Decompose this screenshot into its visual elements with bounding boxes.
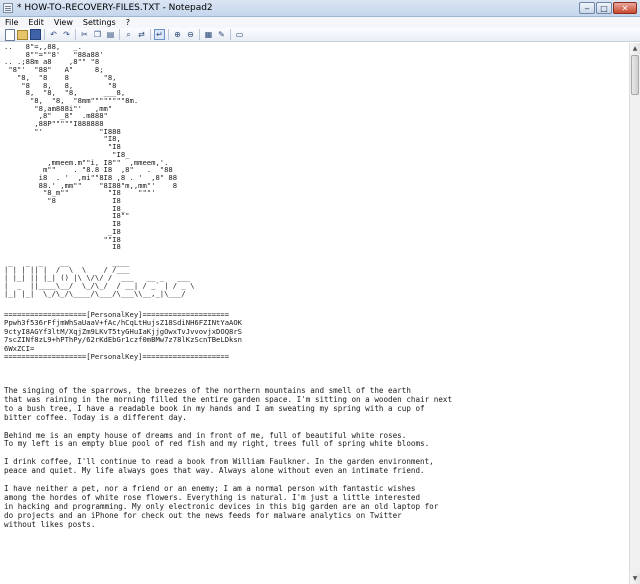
scheme-button[interactable]: ▦ [203, 29, 214, 40]
scheme-icon: ▦ [204, 29, 213, 39]
new-file-button[interactable] [4, 28, 15, 41]
cut-button[interactable]: ✂ [79, 29, 90, 40]
menu-bar: File Edit View Settings ? [0, 17, 640, 28]
cut-icon: ✂ [81, 29, 88, 39]
menu-settings[interactable]: Settings [78, 18, 121, 27]
window-title: * HOW-TO-RECOVERY-FILES.TXT - Notepad2 [17, 3, 213, 13]
exit-button[interactable]: ▭ [234, 29, 245, 40]
open-file-button[interactable] [17, 29, 28, 40]
open-folder-icon [17, 29, 28, 40]
toolbar: ↶ ↷ ✂ ❐ ▤ ⌕ ⇄ ↵ ⊕ ⊖ ▦ ✎ ▭ [0, 28, 640, 42]
toolbar-separator [199, 29, 200, 40]
replace-button[interactable]: ⇄ [136, 29, 147, 40]
text-editor[interactable]: .. 8"=,,88, _. 8""=""8' "88a88' .. .;88m… [0, 43, 629, 584]
toolbar-separator [44, 29, 45, 40]
ransom-note-body: The singing of the sparrows, the breezes… [4, 385, 453, 529]
copy-button[interactable]: ❐ [92, 29, 103, 40]
title-bar: * HOW-TO-RECOVERY-FILES.TXT - Notepad2 ‒… [0, 0, 640, 17]
zoom-out-button[interactable]: ⊖ [185, 29, 196, 40]
toolbar-separator [168, 29, 169, 40]
settings-icon: ✎ [218, 29, 225, 39]
exit-icon: ▭ [235, 29, 244, 39]
menu-view[interactable]: View [49, 18, 78, 27]
word-wrap-button[interactable]: ↵ [154, 29, 165, 40]
toolbar-separator [119, 29, 120, 40]
toolbar-separator [150, 29, 151, 40]
settings-button[interactable]: ✎ [216, 29, 227, 40]
toolbar-separator [230, 29, 231, 40]
vertical-scrollbar[interactable]: ▲ ▼ [629, 43, 640, 584]
save-icon [30, 29, 41, 40]
word-wrap-icon: ↵ [156, 29, 163, 39]
zoom-in-button[interactable]: ⊕ [172, 29, 183, 40]
menu-file[interactable]: File [0, 18, 23, 27]
paste-icon: ▤ [106, 29, 115, 39]
save-file-button[interactable] [30, 29, 41, 40]
close-button[interactable]: ✕ [613, 1, 637, 14]
toolbar-separator [75, 29, 76, 40]
zoom-in-icon: ⊕ [174, 29, 181, 39]
maximize-button[interactable]: □ [596, 1, 612, 14]
scroll-up-arrow[interactable]: ▲ [630, 43, 640, 54]
minimize-button[interactable]: ‒ [579, 1, 595, 14]
menu-edit[interactable]: Edit [23, 18, 49, 27]
find-icon: ⌕ [126, 29, 131, 39]
redo-icon: ↷ [63, 29, 70, 39]
scroll-thumb[interactable] [631, 55, 639, 95]
window-controls: ‒ □ ✕ [578, 1, 637, 15]
menu-help[interactable]: ? [121, 18, 135, 27]
personal-key-block: Ppwh3f536rFfjmWhSaUaaV+fAc/hCqLtHujsZ18S… [4, 317, 242, 353]
find-button[interactable]: ⌕ [123, 29, 134, 40]
replace-icon: ⇄ [138, 29, 145, 39]
notepad-app-icon[interactable] [3, 3, 13, 13]
paste-button[interactable]: ▤ [105, 29, 116, 40]
undo-icon: ↶ [50, 29, 57, 39]
new-file-icon [4, 28, 15, 41]
zoom-out-icon: ⊖ [187, 29, 194, 39]
scroll-down-arrow[interactable]: ▼ [630, 573, 640, 584]
undo-button[interactable]: ↶ [48, 29, 59, 40]
redo-button[interactable]: ↷ [61, 29, 72, 40]
copy-icon: ❐ [93, 29, 102, 39]
ascii-art: .. 8"=,,88, _. 8""=""8' "88a88' .. .;88m… [4, 43, 195, 298]
personal-key-footer: ===================[PersonalKey]========… [4, 352, 230, 362]
